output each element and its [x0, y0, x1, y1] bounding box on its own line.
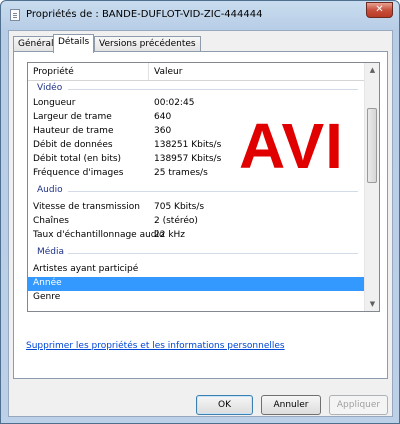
table-row[interactable]: Taux d'échantillonnage audio 22 kHz: [28, 229, 364, 243]
row-value: 705 Kbits/s: [154, 202, 205, 212]
scroll-thumb[interactable]: [367, 108, 377, 183]
row-key: Année: [33, 278, 62, 288]
ok-button[interactable]: OK: [196, 395, 253, 415]
cancel-button[interactable]: Annuler: [261, 395, 321, 415]
row-value: 25 trames/s: [154, 168, 208, 178]
row-key: Artistes ayant participé: [33, 264, 139, 274]
file-icon: [10, 9, 20, 21]
properties-list[interactable]: Propriété Valeur Vidéo Longueur 00:02:45 …: [27, 62, 380, 312]
column-separator[interactable]: [148, 63, 149, 80]
group-video: Vidéo: [37, 83, 63, 93]
row-key: Taux d'échantillonnage audio: [33, 230, 165, 240]
title-bar[interactable]: Propriétés de : BANDE-DUFLOT-VID-ZIC-444…: [1, 1, 399, 29]
tab-previous-versions[interactable]: Versions précédentes: [94, 36, 201, 52]
table-row[interactable]: Artistes ayant participé: [28, 263, 364, 277]
row-key: Chaînes: [33, 216, 69, 226]
row-key: Vitesse de transmission: [33, 202, 140, 212]
row-value: 22 kHz: [154, 230, 186, 240]
details-panel: Propriété Valeur Vidéo Longueur 00:02:45 …: [13, 51, 388, 379]
remove-properties-link[interactable]: Supprimer les propriétés et les informat…: [26, 341, 285, 351]
row-value: 138957 Kbits/s: [154, 154, 222, 164]
table-row[interactable]: Vitesse de transmission 705 Kbits/s: [28, 201, 364, 215]
row-value: 640: [154, 112, 172, 122]
row-value: 360: [154, 126, 172, 136]
group-divider: [68, 191, 358, 192]
row-key: Hauteur de trame: [33, 126, 114, 136]
row-key: Débit total (en bits): [33, 154, 122, 164]
row-key: Débit de données: [33, 140, 113, 150]
window-title: Propriétés de : BANDE-DUFLOT-VID-ZIC-444…: [26, 9, 263, 20]
row-value: 138251 Kbits/s: [154, 140, 222, 150]
group-audio: Audio: [37, 185, 63, 195]
dialog-body: Général Détails Versions précédentes Pro…: [8, 30, 393, 417]
scroll-down-icon[interactable]: ▼: [365, 297, 379, 311]
tab-general[interactable]: Général: [13, 36, 59, 52]
group-media: Média: [37, 247, 65, 257]
row-key: Fréquence d'images: [33, 168, 124, 178]
row-value: 00:02:45: [154, 98, 195, 108]
column-property[interactable]: Propriété: [33, 67, 74, 77]
avi-overlay-text: AVI: [239, 110, 344, 182]
table-row[interactable]: Longueur 00:02:45: [28, 97, 364, 111]
scroll-up-icon[interactable]: ▲: [365, 63, 379, 77]
table-row[interactable]: Chaînes 2 (stéréo): [28, 215, 364, 229]
list-header: Propriété Valeur: [28, 63, 364, 81]
group-divider: [68, 253, 358, 254]
table-row-selected[interactable]: Année: [28, 277, 364, 291]
row-key: Largeur de trame: [33, 112, 112, 122]
apply-button[interactable]: Appliquer: [329, 395, 388, 415]
vertical-scrollbar[interactable]: ▲ ▼: [364, 63, 379, 311]
row-key: Longueur: [33, 98, 76, 108]
row-key: Genre: [33, 292, 61, 302]
row-value: 2 (stéréo): [154, 216, 198, 226]
group-divider: [68, 89, 358, 90]
column-value[interactable]: Valeur: [154, 67, 182, 77]
table-row[interactable]: Genre: [28, 291, 364, 305]
tab-details[interactable]: Détails: [53, 34, 95, 53]
properties-window: Propriétés de : BANDE-DUFLOT-VID-ZIC-444…: [0, 0, 400, 424]
close-button[interactable]: ✕: [366, 2, 393, 18]
